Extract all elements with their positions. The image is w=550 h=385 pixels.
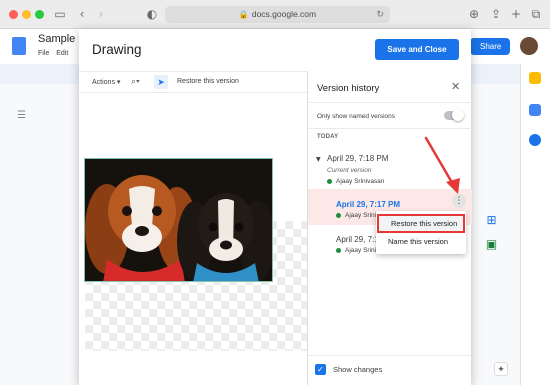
show-changes-checkbox[interactable]: ✓	[315, 364, 326, 375]
restore-version-toolbar-button[interactable]: Restore this version	[177, 78, 239, 85]
close-window-button[interactable]	[9, 10, 18, 19]
reload-icon[interactable]: ↻	[376, 6, 384, 23]
version-user: Ajaay Sriniv	[336, 247, 379, 254]
show-changes-label: Show changes	[333, 365, 383, 374]
annotation-arrow	[424, 136, 460, 194]
url-text: docs.google.com	[251, 9, 317, 19]
dogs-image[interactable]	[84, 158, 273, 282]
actions-label: Actions	[92, 79, 115, 86]
version-date[interactable]: April 29, 7:18 PM	[327, 154, 388, 163]
restore-this-version-menu-item[interactable]: Restore this version	[377, 214, 465, 233]
dialog-title: Drawing	[92, 42, 142, 57]
share-icon[interactable]: ⇪	[488, 5, 504, 23]
avatar[interactable]	[520, 37, 538, 55]
dogs-illustration	[85, 159, 272, 281]
menu-edit[interactable]: Edit	[56, 50, 68, 57]
user-color-dot	[336, 247, 341, 253]
tasks-icon[interactable]	[529, 104, 541, 116]
download-icon[interactable]: ⊕	[466, 5, 482, 23]
divider	[308, 102, 472, 103]
actions-menu[interactable]: Actions ▾	[92, 78, 120, 86]
save-and-close-button[interactable]: Save and Close	[375, 39, 459, 60]
forward-icon[interactable]: ›	[93, 5, 109, 23]
add-comment-icon[interactable]: ⊞	[483, 212, 500, 229]
zoom-window-button[interactable]	[35, 10, 44, 19]
menu-file[interactable]: File	[38, 50, 49, 57]
collapse-caret-icon[interactable]: ▼	[316, 156, 321, 163]
name-this-version-menu-item[interactable]: Name this version	[376, 234, 466, 249]
keep-icon[interactable]	[529, 72, 541, 84]
select-cursor-icon[interactable]: ➤	[154, 75, 168, 89]
divider	[308, 128, 472, 129]
user-name: Ajaay Sriniv	[345, 212, 380, 219]
version-context-menu: Restore this version Name this version	[376, 211, 466, 254]
toggle-knob	[452, 109, 464, 121]
shield-icon[interactable]: ◐	[144, 5, 160, 23]
version-user: Ajaay Srinivasan	[327, 178, 384, 185]
minimize-window-button[interactable]	[22, 10, 31, 19]
docs-menu-bar: File Edit	[38, 50, 73, 57]
back-icon[interactable]: ‹	[74, 5, 90, 23]
new-tab-icon[interactable]: +	[508, 5, 524, 23]
only-named-label: Only show named versions	[317, 113, 396, 120]
close-icon[interactable]: ✕	[451, 80, 460, 93]
browser-toolbar: ▭ ‹ › ◐ 🔒 docs.google.com ↻ ⊕ ⇪ + ⧉	[0, 0, 550, 29]
zoom-icon[interactable]: ⌕▾	[131, 76, 140, 87]
drawing-toolbar: Actions ▾ ⌕▾ ➤ Restore this version	[79, 71, 307, 93]
share-button[interactable]: Share	[470, 38, 510, 55]
outline-icon[interactable]: ☰	[17, 110, 26, 121]
user-color-dot	[327, 178, 332, 184]
user-color-dot	[336, 212, 341, 218]
user-name: Ajaay Sriniv	[345, 247, 380, 254]
tab-overview-icon[interactable]: ⧉	[528, 5, 544, 23]
address-bar[interactable]: 🔒 docs.google.com ↻	[165, 6, 390, 23]
version-history-title: Version history	[317, 83, 380, 94]
docs-logo-icon[interactable]	[12, 37, 26, 55]
section-today: TODAY	[317, 134, 339, 140]
explore-icon[interactable]: ✦	[494, 362, 508, 376]
lock-icon: 🔒	[238, 10, 249, 19]
only-named-toggle[interactable]	[444, 109, 464, 121]
insert-image-icon[interactable]: ▣	[483, 236, 500, 253]
current-version-label: Current version	[327, 167, 372, 174]
version-date[interactable]: April 29, 7:17 PM	[336, 200, 400, 209]
sidebar-icon[interactable]: ▭	[52, 5, 68, 23]
user-name: Ajaay Srinivasan	[336, 178, 385, 185]
contacts-icon[interactable]	[529, 134, 541, 146]
divider	[307, 355, 471, 356]
version-user: Ajaay Sriniv	[336, 212, 379, 219]
